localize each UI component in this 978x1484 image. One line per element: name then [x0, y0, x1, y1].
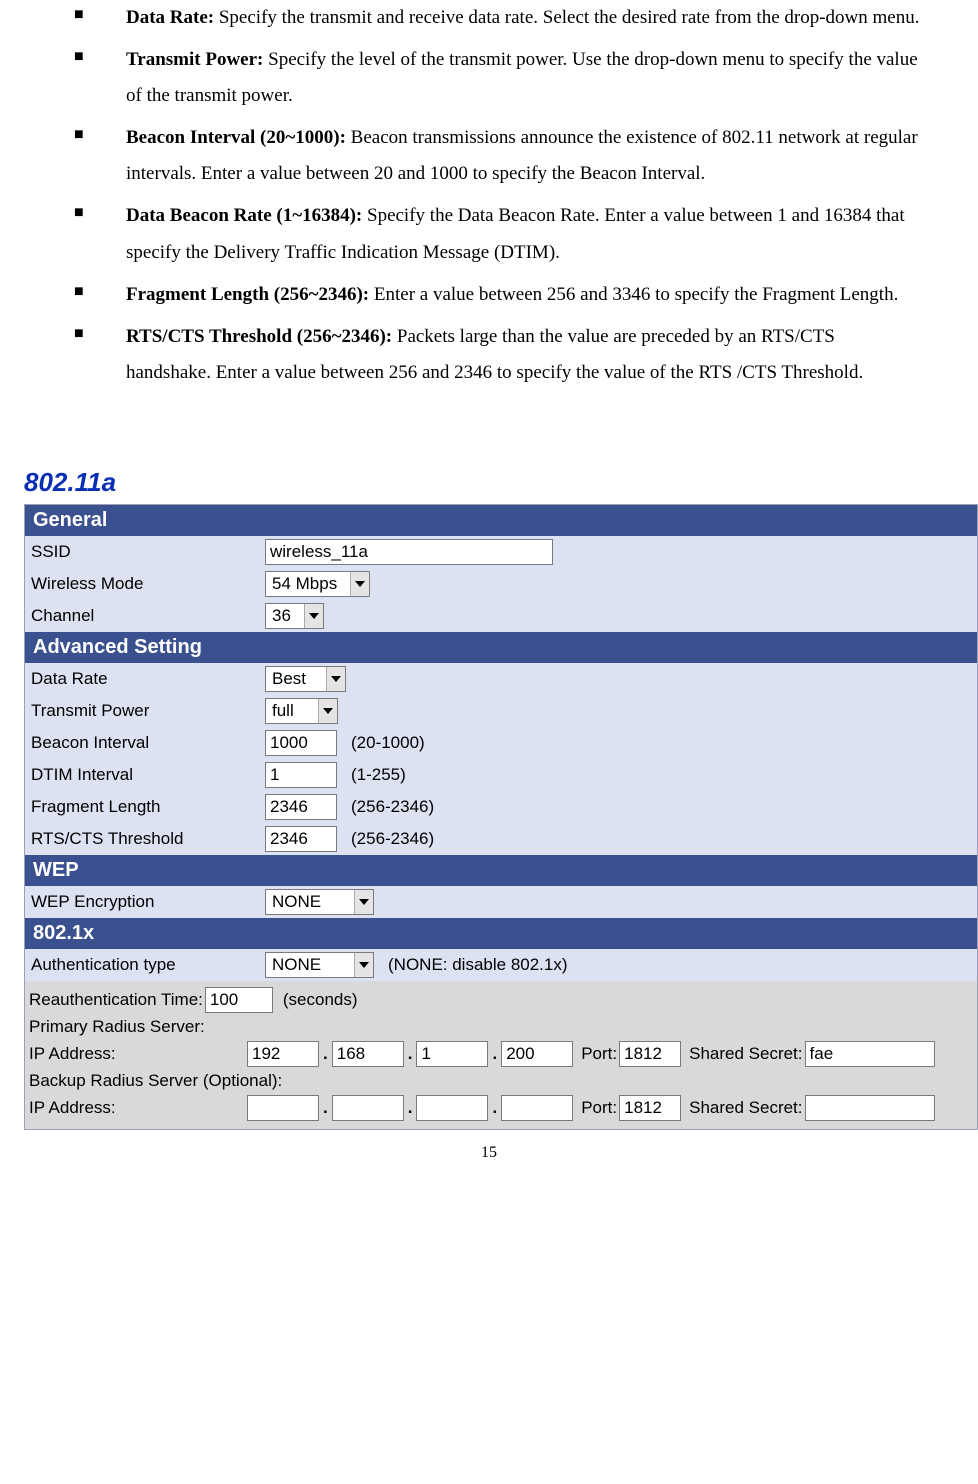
row-wep-encryption: WEP Encryption NONE — [25, 886, 977, 918]
chevron-down-icon — [354, 953, 373, 977]
auth-type-hint: (NONE: disable 802.1x) — [380, 955, 568, 975]
backup-ip4-input[interactable] — [501, 1095, 573, 1121]
transmit-power-label: Transmit Power — [29, 701, 259, 721]
row-wireless-mode: Wireless Mode 54 Mbps — [25, 568, 977, 600]
chevron-down-icon — [354, 890, 373, 914]
beacon-interval-label: Beacon Interval — [29, 733, 259, 753]
port-label: Port: — [575, 1098, 617, 1118]
row-ssid: SSID — [25, 536, 977, 568]
dtim-interval-hint: (1-255) — [343, 765, 406, 785]
fragment-length-input[interactable] — [265, 794, 337, 820]
primary-radius-label: Primary Radius Server: — [29, 1017, 205, 1037]
backup-ip1-input[interactable] — [247, 1095, 319, 1121]
description-list: Data Rate: Specify the transmit and rece… — [40, 0, 938, 391]
auth-type-select[interactable]: NONE — [265, 952, 374, 978]
section-8021x: 802.1x — [25, 918, 977, 949]
wireless-mode-label: Wireless Mode — [29, 574, 259, 594]
rts-threshold-hint: (256-2346) — [343, 829, 434, 849]
row-data-rate: Data Rate Best — [25, 663, 977, 695]
shared-secret-label: Shared Secret: — [683, 1044, 802, 1064]
row-dtim-interval: DTIM Interval (1-255) — [25, 759, 977, 791]
ip-address-label: IP Address: — [29, 1098, 245, 1118]
dtim-interval-label: DTIM Interval — [29, 765, 259, 785]
backup-port-input[interactable] — [619, 1095, 681, 1121]
fragment-length-label: Fragment Length — [29, 797, 259, 817]
wep-encryption-select[interactable]: NONE — [265, 889, 374, 915]
backup-ip3-input[interactable] — [416, 1095, 488, 1121]
auth-type-label: Authentication type — [29, 955, 259, 975]
desc-item: Data Beacon Rate (1~16384): Specify the … — [74, 198, 924, 270]
ssid-label: SSID — [29, 542, 259, 562]
backup-radius-label: Backup Radius Server (Optional): — [29, 1071, 282, 1091]
backup-secret-input[interactable] — [805, 1095, 935, 1121]
chevron-down-icon — [304, 604, 323, 628]
primary-ip1-input[interactable] — [247, 1041, 319, 1067]
wireless-mode-select[interactable]: 54 Mbps — [265, 571, 370, 597]
primary-ip3-input[interactable] — [416, 1041, 488, 1067]
primary-ip4-input[interactable] — [501, 1041, 573, 1067]
shared-secret-label: Shared Secret: — [683, 1098, 802, 1118]
radius-block: Reauthentication Time: (seconds) Primary… — [25, 981, 977, 1129]
primary-ip2-input[interactable] — [332, 1041, 404, 1067]
data-rate-select[interactable]: Best — [265, 666, 346, 692]
row-channel: Channel 36 — [25, 600, 977, 632]
page-number: 15 — [0, 1144, 978, 1162]
dtim-interval-input[interactable] — [265, 762, 337, 788]
desc-item: Fragment Length (256~2346): Enter a valu… — [74, 277, 924, 313]
fragment-length-hint: (256-2346) — [343, 797, 434, 817]
reauth-time-label: Reauthentication Time: — [29, 990, 203, 1010]
beacon-interval-input[interactable] — [265, 730, 337, 756]
primary-secret-input[interactable] — [805, 1041, 935, 1067]
config-panel: General SSID Wireless Mode 54 Mbps Chann… — [24, 504, 978, 1130]
transmit-power-select[interactable]: full — [265, 698, 338, 724]
section-heading-80211a: 802.11a — [24, 467, 978, 498]
row-transmit-power: Transmit Power full — [25, 695, 977, 727]
row-fragment-length: Fragment Length (256-2346) — [25, 791, 977, 823]
desc-item: Beacon Interval (20~1000): Beacon transm… — [74, 120, 924, 192]
port-label: Port: — [575, 1044, 617, 1064]
chevron-down-icon — [326, 667, 345, 691]
primary-port-input[interactable] — [619, 1041, 681, 1067]
channel-label: Channel — [29, 606, 259, 626]
rts-threshold-input[interactable] — [265, 826, 337, 852]
chevron-down-icon — [350, 572, 369, 596]
desc-item: Data Rate: Specify the transmit and rece… — [74, 0, 924, 36]
backup-ip2-input[interactable] — [332, 1095, 404, 1121]
section-advanced: Advanced Setting — [25, 632, 977, 663]
reauth-time-hint: (seconds) — [275, 990, 358, 1010]
wep-encryption-label: WEP Encryption — [29, 892, 259, 912]
row-rts-threshold: RTS/CTS Threshold (256-2346) — [25, 823, 977, 855]
section-general: General — [25, 505, 977, 536]
section-wep: WEP — [25, 855, 977, 886]
row-beacon-interval: Beacon Interval (20-1000) — [25, 727, 977, 759]
ssid-input[interactable] — [265, 539, 553, 565]
desc-item: Transmit Power: Specify the level of the… — [74, 42, 924, 114]
desc-item: RTS/CTS Threshold (256~2346): Packets la… — [74, 319, 924, 391]
ip-address-label: IP Address: — [29, 1044, 245, 1064]
rts-threshold-label: RTS/CTS Threshold — [29, 829, 259, 849]
chevron-down-icon — [318, 699, 337, 723]
data-rate-label: Data Rate — [29, 669, 259, 689]
row-auth-type: Authentication type NONE (NONE: disable … — [25, 949, 977, 981]
channel-select[interactable]: 36 — [265, 603, 324, 629]
beacon-interval-hint: (20-1000) — [343, 733, 425, 753]
reauth-time-input[interactable] — [205, 987, 273, 1013]
